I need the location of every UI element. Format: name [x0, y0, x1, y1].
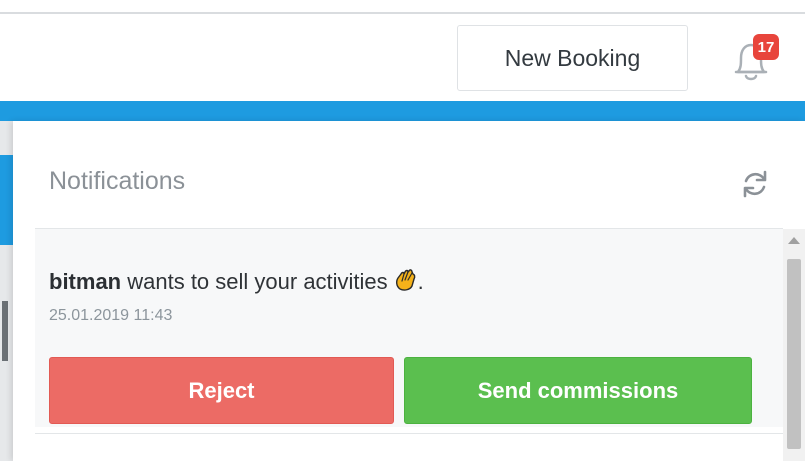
reject-label: Reject [188, 377, 255, 403]
background-accent-edge [0, 155, 13, 245]
notification-user[interactable]: bitman [49, 269, 121, 294]
scroll-up-arrow-icon[interactable] [788, 237, 800, 244]
notifications-scrollbar[interactable] [783, 229, 805, 461]
reject-button[interactable]: Reject [49, 357, 394, 424]
top-header: New Booking 17 [0, 14, 805, 98]
notification-message: bitman wants to sell your activities . [49, 267, 424, 299]
notification-timestamp: 25.01.2019 11:43 [49, 307, 173, 324]
notification-count: 17 [757, 38, 775, 56]
notification-item: bitman wants to sell your activities . 2… [35, 229, 783, 427]
new-booking-button[interactable]: New Booking [457, 25, 688, 91]
waving-hand-icon [392, 267, 418, 299]
notification-count-badge: 17 [753, 34, 779, 60]
background-page-edge [0, 121, 13, 461]
notifications-panel: Notifications bitman wants to sell your … [13, 121, 805, 461]
notifications-title: Notifications [49, 167, 186, 195]
send-commissions-button[interactable]: Send commissions [404, 357, 752, 424]
new-booking-label: New Booking [504, 44, 641, 71]
scrollbar-thumb[interactable] [787, 259, 801, 449]
notification-divider [35, 433, 783, 434]
notifications-panel-header: Notifications [13, 121, 805, 229]
page: New Booking 17 Notifications bitman want… [0, 0, 805, 461]
notification-message-text: wants to sell your activities [121, 269, 388, 294]
background-text-edge [2, 301, 8, 361]
refresh-icon[interactable] [738, 167, 772, 201]
notification-message-end: . [417, 269, 424, 294]
send-commissions-label: Send commissions [477, 377, 679, 403]
notifications-bell-button[interactable]: 17 [720, 30, 780, 90]
accent-bar [0, 101, 805, 121]
